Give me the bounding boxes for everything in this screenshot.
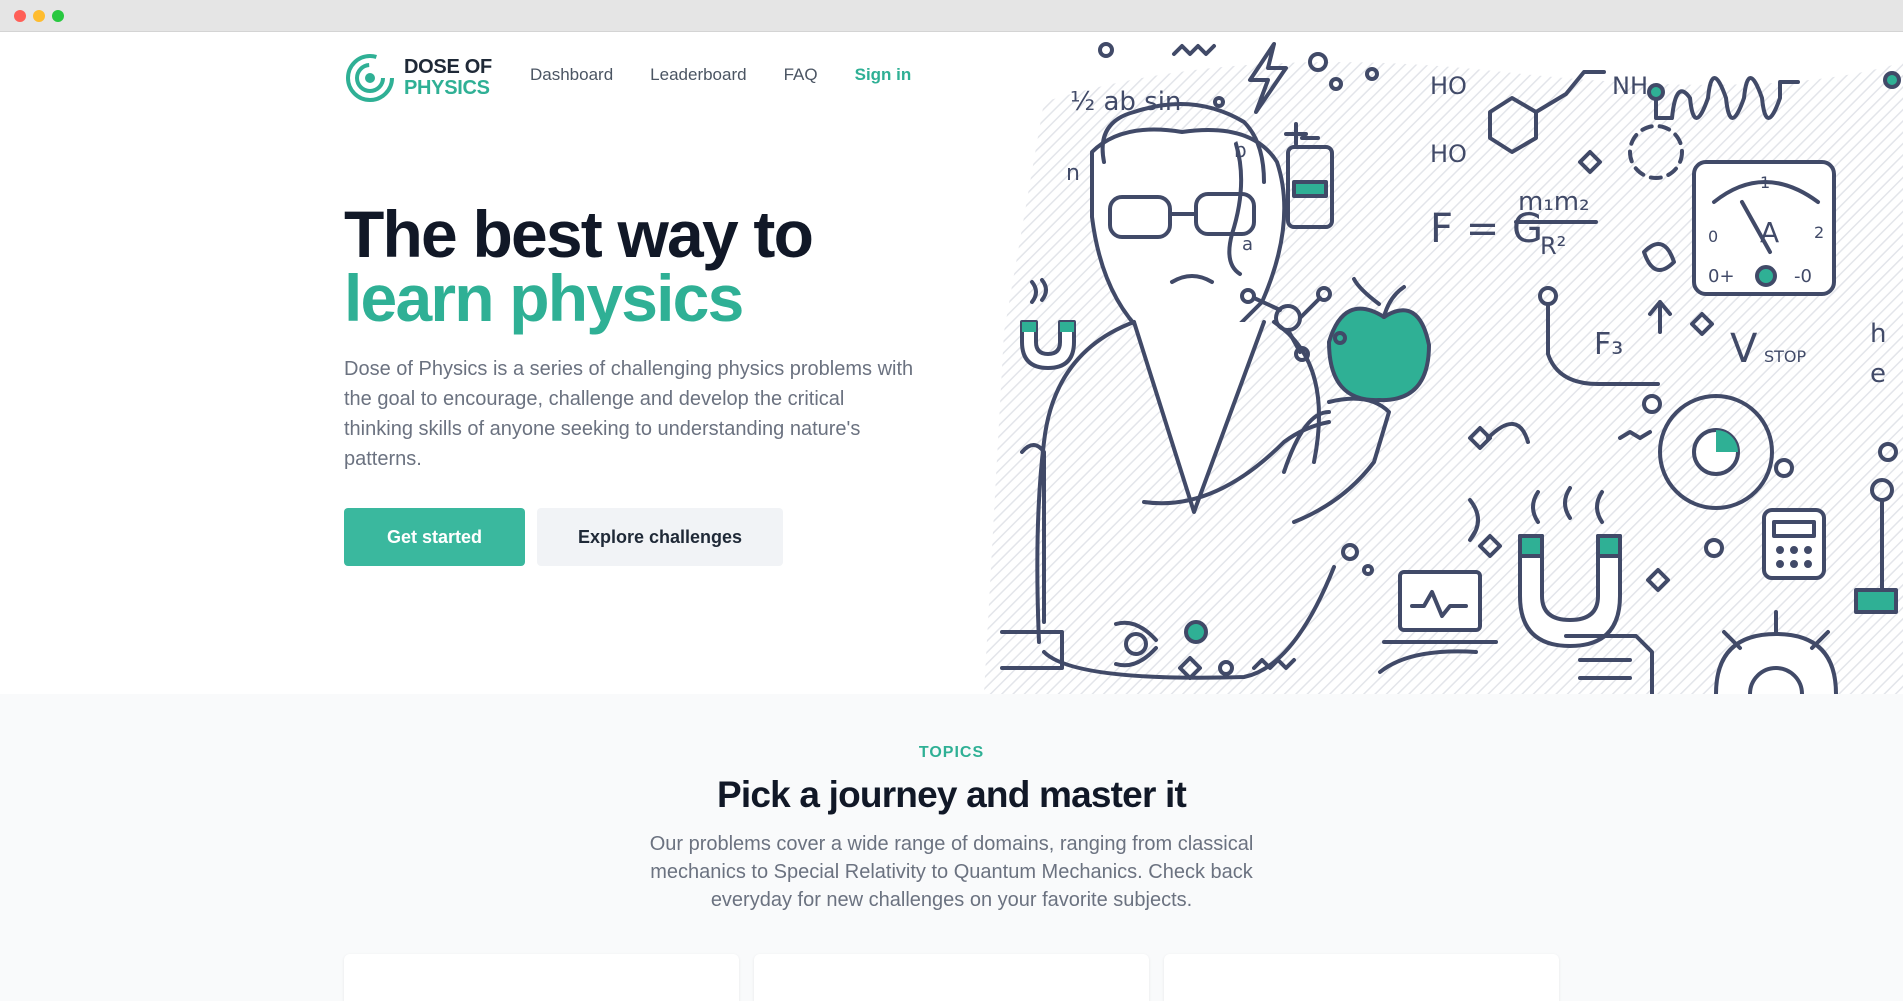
formula-gravity-denominator: R²: [1540, 232, 1566, 260]
hero-headline: The best way to learn physics: [344, 197, 814, 335]
meter-label-two: 2: [1814, 223, 1824, 242]
formula-gravity-numerator: m₁m₂: [1518, 187, 1590, 217]
meter-label-left: 0: [1708, 227, 1718, 246]
label-b: b: [1234, 138, 1247, 162]
label-ho-1: HO: [1430, 72, 1467, 100]
label-n: n: [1066, 161, 1080, 186]
meter-label-one: 1: [1760, 173, 1770, 192]
explore-challenges-button[interactable]: Explore challenges: [537, 508, 783, 566]
nav-link-dashboard[interactable]: Dashboard: [530, 65, 613, 85]
label-h: h: [1870, 319, 1886, 349]
close-window-icon[interactable]: [14, 10, 26, 22]
topics-section: TOPICS Pick a journey and master it Our …: [0, 694, 1903, 1001]
topics-description: Our problems cover a wide range of domai…: [649, 833, 1254, 911]
label-ho-2: HO: [1430, 140, 1467, 168]
browser-chrome: [0, 0, 1903, 32]
label-f3: F₃: [1594, 327, 1623, 362]
nav-link-leaderboard[interactable]: Leaderboard: [650, 65, 746, 85]
label-e: e: [1870, 359, 1886, 389]
brand-logo[interactable]: DOSE OF PHYSICS: [344, 52, 492, 104]
topics-eyebrow: TOPICS: [918, 744, 985, 761]
brand-wordmark: DOSE OF PHYSICS: [404, 57, 492, 99]
meter-label-minus: -0: [1794, 266, 1812, 287]
nav-link-faq[interactable]: FAQ: [784, 65, 818, 85]
physics-doodle-illustration: ½ ab sin n b a HO HO NH F = G m₁m₂ R² A …: [984, 32, 1903, 694]
topics-title: Pick a journey and master it: [716, 774, 1187, 815]
meter-label-plus: 0+: [1708, 266, 1735, 287]
topic-card[interactable]: [1164, 954, 1559, 1001]
label-v: V: [1730, 326, 1758, 372]
meter-label-a: A: [1760, 216, 1779, 249]
minimize-window-icon[interactable]: [33, 10, 45, 22]
headline-line-2: learn physics: [344, 261, 744, 335]
get-started-button[interactable]: Get started: [344, 508, 525, 566]
formula-area: ½ ab sin: [1070, 87, 1181, 117]
main-nav: Dashboard Leaderboard FAQ Sign in: [530, 65, 948, 85]
topic-card[interactable]: [344, 954, 739, 1001]
maximize-window-icon[interactable]: [52, 10, 64, 22]
topic-card[interactable]: [754, 954, 1149, 1001]
brand-line-2: PHYSICS: [404, 77, 490, 99]
label-nh: NH: [1612, 72, 1648, 100]
hero-description: Dose of Physics is a series of challengi…: [344, 358, 914, 470]
label-a-lower: a: [1242, 234, 1253, 255]
brand-line-1: DOSE OF: [404, 56, 492, 78]
label-vstop-sub: STOP: [1764, 347, 1807, 366]
spiral-logo-icon: [346, 54, 394, 102]
hero-section: DOSE OF PHYSICS Dashboard Leaderboard FA…: [0, 32, 1903, 694]
sign-in-link[interactable]: Sign in: [855, 65, 912, 85]
headline-line-1: The best way to: [344, 197, 814, 271]
